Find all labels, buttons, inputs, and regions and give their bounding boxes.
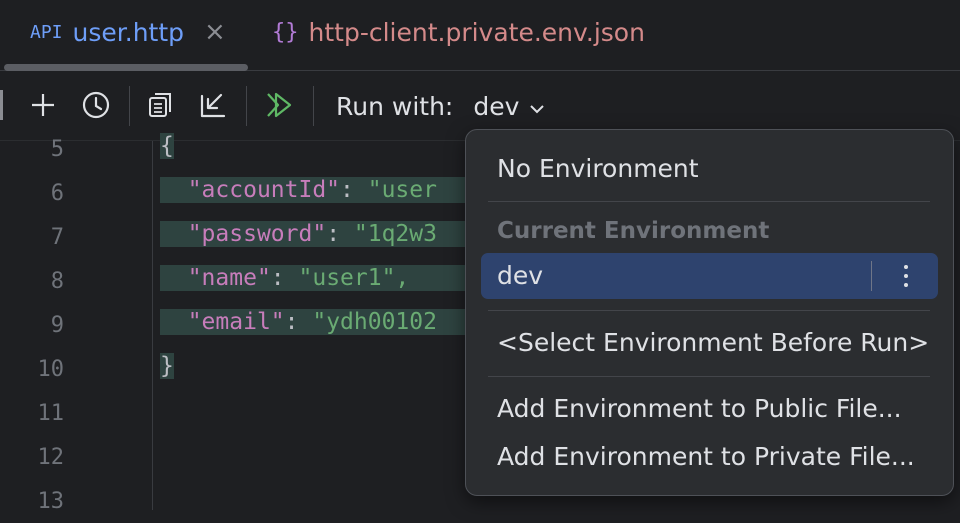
history-icon[interactable] [79,88,113,122]
code-text: } [160,353,174,379]
tab-user-http[interactable]: API user.http × [30,0,226,64]
more-vertical-icon[interactable] [891,259,921,293]
json-key: "email" [187,309,285,335]
json-value: "user1", [298,265,410,291]
line-number: 6 [50,181,64,206]
menu-separator [488,201,930,202]
tab-http-client-private-env[interactable]: {} http-client.private.env.json [272,0,645,64]
run-with-selector[interactable]: Run with: dev [336,86,545,126]
menu-item-no-environment[interactable]: No Environment [497,154,699,183]
menu-header-current-environment: Current Environment [497,218,770,244]
menu-item-add-public[interactable]: Add Environment to Public File... [497,394,902,423]
menu-separator [488,376,930,377]
line-number: 11 [37,401,65,426]
line-number: 9 [50,313,64,338]
toolbar-divider [313,86,314,126]
code-text: "accountId": "user [160,177,465,203]
line-number: 7 [50,225,64,250]
json-file-icon: {} [272,19,299,45]
json-key: "password" [187,221,327,247]
menu-item-dev[interactable]: dev [481,253,938,299]
run-all-icon[interactable] [262,88,296,122]
menu-item-divider [871,261,872,291]
code-text: "password": "1q2w3 [160,221,465,247]
json-value: "user [367,177,437,203]
close-icon[interactable]: × [204,17,226,47]
toolbar-divider [246,86,247,126]
copy-icon[interactable] [144,88,178,122]
menu-item-select-before-run[interactable]: <Select Environment Before Run> [497,328,929,357]
code-text: { [160,133,174,159]
json-key: "accountId" [187,177,341,203]
import-icon[interactable] [196,88,230,122]
line-number: 12 [37,445,65,470]
line-number: 8 [50,269,64,294]
json-value: "ydh00102 [312,309,437,335]
code-text: "email": "ydh00102 [160,309,465,335]
editor-tab-bar: API user.http × {} http-client.private.e… [0,0,960,71]
line-number: 5 [50,137,64,162]
tab-label: user.http [72,17,185,47]
run-with-value: dev [473,91,520,121]
toolbar-divider [129,86,130,126]
add-icon[interactable] [26,88,60,122]
chevron-down-icon [529,92,545,121]
api-file-icon: API [30,21,63,43]
json-value: "1q2w3 [353,221,437,247]
tab-scrollbar[interactable] [4,64,248,71]
json-key: "name" [187,265,271,291]
menu-item-label: dev [497,261,544,290]
environment-menu: No Environment Current Environment dev <… [465,129,954,496]
line-number: 13 [37,489,65,514]
collapsed-panel-edge [0,90,3,120]
code-text: "name": "user1", [160,265,465,291]
menu-separator [488,310,930,311]
run-with-label: Run with: [336,91,454,121]
tab-label: http-client.private.env.json [308,17,645,47]
menu-item-add-private[interactable]: Add Environment to Private File... [497,442,915,471]
line-number: 10 [37,357,65,382]
